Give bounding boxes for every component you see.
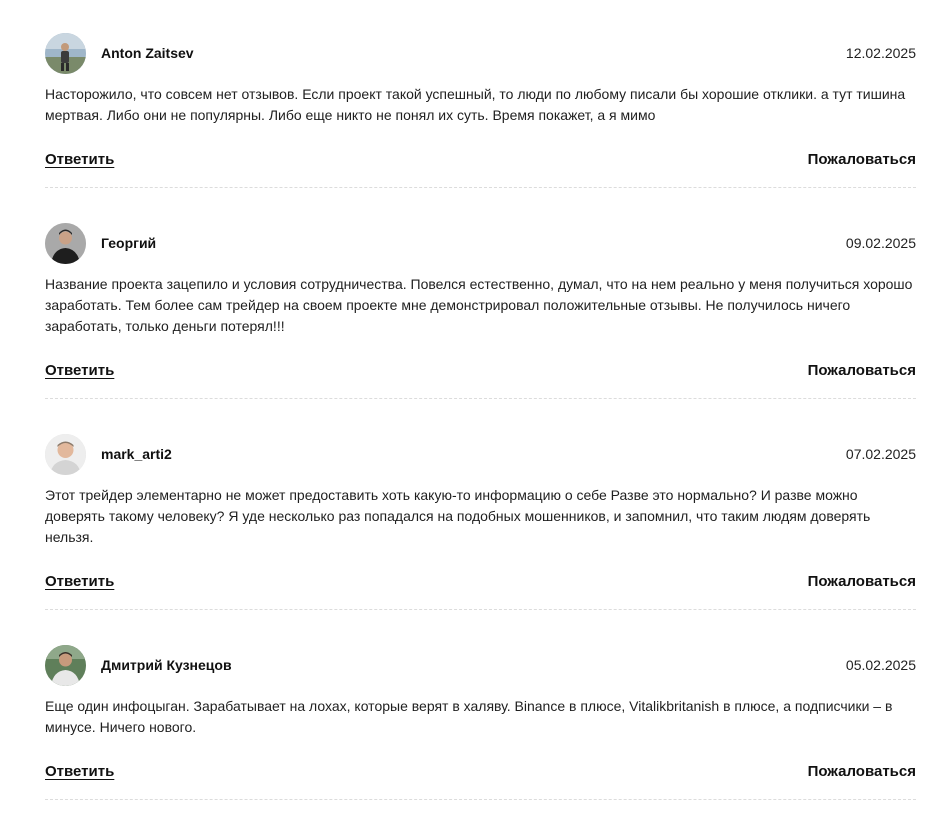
report-link[interactable]: Пожаловаться: [808, 362, 916, 379]
comment-header: Anton Zaitsev 12.02.2025: [45, 33, 916, 75]
comments-list: Anton Zaitsev 12.02.2025 Насторожило, чт…: [0, 0, 949, 817]
comment-divider: [45, 398, 916, 399]
comment-divider: [45, 609, 916, 610]
report-link[interactable]: Пожаловаться: [808, 763, 916, 780]
avatar: [45, 434, 86, 475]
comment-header: mark_arti2 07.02.2025: [45, 434, 916, 476]
comment-author: Anton Zaitsev: [101, 45, 194, 61]
comment-date: 12.02.2025: [845, 45, 916, 61]
comment-date: 05.02.2025: [845, 657, 916, 673]
report-link[interactable]: Пожаловаться: [808, 573, 916, 590]
comment-author: Георгий: [101, 235, 157, 251]
comment-actions: Ответить Пожаловаться: [45, 573, 916, 595]
comment-text: Насторожило, что совсем нет отзывов. Есл…: [45, 86, 906, 123]
avatar: [45, 223, 86, 264]
comment-text: Название проекта зацепило и условия сотр…: [45, 276, 913, 334]
comment-date: 09.02.2025: [845, 235, 916, 251]
report-link[interactable]: Пожаловаться: [808, 151, 916, 168]
comment-divider: [45, 187, 916, 188]
comment-author: Дмитрий Кузнецов: [101, 657, 232, 673]
comment-date: 07.02.2025: [845, 446, 916, 462]
reply-link[interactable]: Ответить: [45, 763, 114, 780]
avatar: [45, 33, 86, 74]
comment-text: Этот трейдер элементарно не может предос…: [45, 487, 871, 545]
comment-author: mark_arti2: [101, 446, 172, 462]
comment-header: Георгий 09.02.2025: [45, 223, 916, 265]
avatar: [45, 645, 86, 686]
comment-divider: [45, 799, 916, 800]
comment-actions: Ответить Пожаловаться: [45, 362, 916, 384]
reply-link[interactable]: Ответить: [45, 362, 114, 379]
comment-actions: Ответить Пожаловаться: [45, 151, 916, 173]
reply-link[interactable]: Ответить: [45, 573, 114, 590]
comment-text: Еще один инфоцыган. Зарабатывает на лоха…: [45, 698, 893, 735]
comment-actions: Ответить Пожаловаться: [45, 763, 916, 785]
reply-link[interactable]: Ответить: [45, 151, 114, 168]
comment-header: Дмитрий Кузнецов 05.02.2025: [45, 645, 916, 687]
